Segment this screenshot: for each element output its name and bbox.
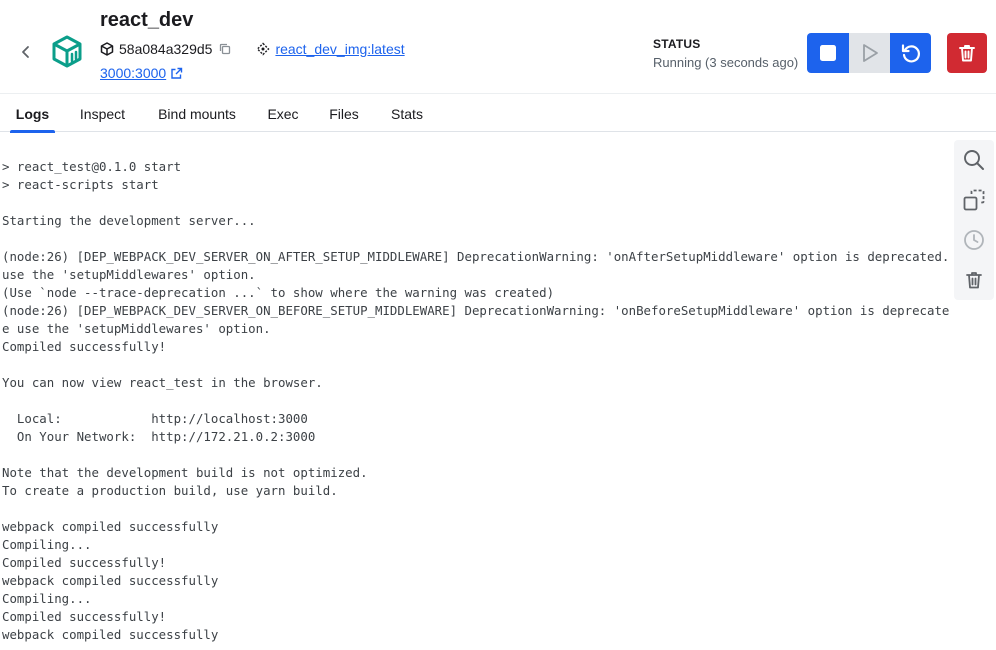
log-output[interactable]: > react_test@0.1.0 start > react-scripts… [2,158,950,650]
copy-icon[interactable] [218,42,232,56]
port-row: 3000:3000 [100,64,183,82]
tab-files[interactable]: Files [322,95,366,132]
log-line: On Your Network: http://172.21.0.2:3000 [2,429,316,444]
log-line: (node:26) [DEP_WEBPACK_DEV_SERVER_ON_AFT… [2,249,950,264]
timestamps-button[interactable] [954,220,994,260]
trash-icon [966,272,982,289]
status-block: STATUS Running (3 seconds ago) [653,37,798,70]
tab-bind-mounts[interactable]: Bind mounts [150,95,244,132]
status-value: Running (3 seconds ago) [653,55,799,70]
image-link[interactable]: react_dev_img:latest [275,41,404,57]
stop-icon [820,45,836,61]
stop-button[interactable] [807,33,849,73]
log-line: Compiling... [2,537,92,552]
container-title: react_dev [100,9,194,31]
container-cube-icon [50,34,84,68]
log-line: (Use `node --trace-deprecation ...` to s… [2,285,555,300]
delete-button[interactable] [947,33,987,73]
trash-icon [959,45,975,62]
log-line: Compiled successfully! [2,609,167,624]
log-line: To create a production build, use yarn b… [2,483,338,498]
clock-icon [964,230,984,250]
image-layers-icon [256,42,270,56]
log-line: Local: http://localhost:3000 [2,411,308,426]
log-line: use the 'setupMiddlewares' option. [2,267,256,282]
clear-logs-button[interactable] [954,260,994,300]
log-line: > react_test@0.1.0 start [2,159,182,174]
back-button[interactable] [14,40,38,64]
external-link-icon[interactable] [170,67,183,80]
log-line: webpack compiled successfully [2,573,219,588]
tab-inspect[interactable]: Inspect [72,95,133,132]
log-line: webpack compiled successfully [2,627,219,642]
container-id: 58a084a329d5 [119,41,213,57]
container-meta: 58a084a329d5 react_dev_img:latest [100,39,405,59]
tab-bar: Logs Inspect Bind mounts Exec Files Stat… [0,95,996,133]
cube-icon [100,42,114,56]
restart-icon [901,44,920,63]
search-icon [964,150,984,170]
log-line: Compiled successfully! [2,555,167,570]
log-line: e use the 'setupMiddlewares' option. [2,321,271,336]
container-header: react_dev 58a084a329d5 react_dev_img:lat… [0,0,996,94]
port-link[interactable]: 3000:3000 [100,65,166,81]
search-logs-button[interactable] [954,140,994,180]
status-label: STATUS [653,37,701,51]
copy-icon [963,189,985,211]
tab-stats[interactable]: Stats [383,95,431,132]
play-icon [862,44,878,62]
start-button[interactable] [849,33,890,73]
log-line: Compiling... [2,591,92,606]
log-line: Starting the development server... [2,213,256,228]
chevron-left-icon [22,46,29,58]
log-line: (node:26) [DEP_WEBPACK_DEV_SERVER_ON_BEF… [2,303,950,318]
restart-button[interactable] [890,33,931,73]
tab-logs[interactable]: Logs [10,95,55,133]
log-line: Compiled successfully! [2,339,167,354]
log-line: webpack compiled successfully [2,519,219,534]
copy-logs-button[interactable] [954,180,994,220]
log-toolbar [954,140,994,300]
tab-exec[interactable]: Exec [262,95,304,132]
log-line: You can now view react_test in the brows… [2,375,323,390]
log-line: Note that the development build is not o… [2,465,368,480]
log-line: > react-scripts start [2,177,159,192]
